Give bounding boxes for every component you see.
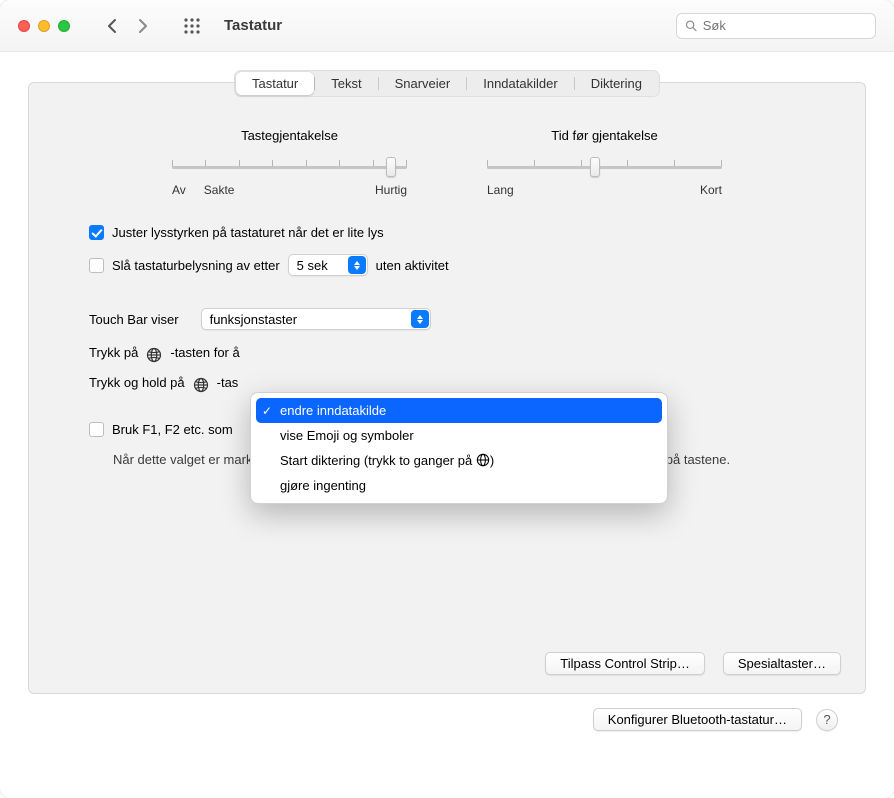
fn-hold-label-pre: Trykk og hold på [89, 375, 185, 390]
titlebar: Tastatur [0, 0, 894, 52]
tab-inndatakilder[interactable]: Inndatakilder [467, 72, 573, 95]
popup-arrows-icon [348, 256, 366, 274]
modifier-keys-button[interactable]: Spesialtaster… [723, 652, 841, 675]
bluetooth-keyboard-button[interactable]: Konfigurer Bluetooth-tastatur… [593, 708, 802, 731]
dropdown-item-label: endre inndatakilde [280, 403, 386, 418]
dropdown-item-label: gjøre ingenting [280, 478, 366, 493]
customize-control-strip-button[interactable]: Tilpass Control Strip… [545, 652, 705, 675]
close-button[interactable] [18, 20, 30, 32]
delay-label-long: Lang [487, 183, 514, 197]
fkeys-label: Bruk F1, F2 etc. som [112, 422, 233, 437]
sliders-row: Tastegjentakelse Av Sakte Hurtig Tid før… [29, 110, 865, 197]
key-repeat-knob[interactable] [386, 157, 396, 177]
apps-grid-icon [183, 17, 201, 35]
key-repeat-title: Tastegjentakelse [172, 128, 407, 143]
fn-press-label-pre: Trykk på [89, 345, 138, 360]
key-repeat-label-slow: Sakte [186, 183, 375, 197]
dropdown-item[interactable]: ✓ endre inndatakilde [256, 398, 662, 423]
key-repeat-track[interactable] [172, 157, 407, 177]
popup-arrows-icon [411, 310, 429, 328]
show-all-button[interactable] [178, 13, 206, 39]
chevron-left-icon [107, 18, 118, 34]
fn-press-dropdown: ✓ endre inndatakilde vise Emoji og symbole… [250, 392, 668, 504]
search-input[interactable] [703, 18, 867, 33]
dropdown-item[interactable]: gjøre ingenting [256, 473, 662, 498]
touchbar-popup[interactable]: funksjonstaster [201, 308, 431, 330]
main-panel: TastaturTekstSnarveierInndatakilderDikte… [28, 82, 866, 694]
chevron-right-icon [137, 18, 148, 34]
backlight-off-label-post: uten aktivitet [376, 258, 449, 273]
delay-title: Tid før gjentakelse [487, 128, 722, 143]
tab-tastatur[interactable]: Tastatur [236, 72, 314, 95]
dropdown-item-label: vise Emoji og symboler [280, 428, 414, 443]
backlight-off-row: Slå tastaturbelysning av etter 5 sek ute… [89, 254, 805, 276]
backlight-off-label-pre: Slå tastaturbelysning av etter [112, 258, 280, 273]
tab-bar: TastaturTekstSnarveierInndatakilderDikte… [29, 70, 865, 97]
tab-tekst[interactable]: Tekst [315, 72, 377, 95]
panel-buttons: Tilpass Control Strip… Spesialtaster… [545, 652, 841, 675]
backlight-off-checkbox[interactable] [89, 258, 104, 273]
touchbar-value: funksjonstaster [210, 312, 323, 327]
footer: Konfigurer Bluetooth-tastatur… ? [28, 694, 866, 731]
fkeys-checkbox[interactable] [89, 422, 104, 437]
dropdown-item-label: Start diktering (trykk to ganger på ) [280, 453, 494, 468]
dropdown-item[interactable]: Start diktering (trykk to ganger på ) [256, 448, 662, 473]
minimize-button[interactable] [38, 20, 50, 32]
backlight-off-value: 5 sek [297, 258, 354, 273]
globe-icon [146, 347, 162, 363]
auto-brightness-checkbox[interactable] [89, 225, 104, 240]
touchbar-row: Touch Bar viser funksjonstaster [89, 308, 805, 330]
key-repeat-label-fast: Hurtig [375, 183, 407, 197]
tab-snarveier[interactable]: Snarveier [379, 72, 467, 95]
globe-icon [193, 377, 209, 393]
check-icon: ✓ [262, 404, 272, 418]
forward-button[interactable] [128, 13, 156, 39]
search-field[interactable] [676, 13, 876, 39]
auto-brightness-row: Juster lysstyrken på tastaturet når det … [89, 225, 805, 240]
search-icon [685, 19, 697, 32]
touchbar-label: Touch Bar viser [89, 312, 179, 327]
dropdown-item[interactable]: vise Emoji og symboler [256, 423, 662, 448]
key-repeat-label-off: Av [172, 183, 186, 197]
fn-hold-label-post: -tas [217, 375, 239, 390]
help-button[interactable]: ? [816, 709, 838, 731]
traffic-lights [18, 20, 70, 32]
content: TastaturTekstSnarveierInndatakilderDikte… [0, 52, 894, 731]
preferences-window: Tastatur TastaturTekstSnarveierInndataki… [0, 0, 894, 798]
backlight-off-popup[interactable]: 5 sek [288, 254, 368, 276]
delay-knob[interactable] [590, 157, 600, 177]
nav-buttons [98, 13, 156, 39]
key-repeat-slider: Tastegjentakelse Av Sakte Hurtig [172, 128, 407, 197]
delay-slider: Tid før gjentakelse Lang Kort [487, 128, 722, 197]
fn-press-row: Trykk på -tasten for å [89, 344, 805, 360]
delay-track[interactable] [487, 157, 722, 177]
delay-label-short: Kort [700, 183, 722, 197]
auto-brightness-label: Juster lysstyrken på tastaturet når det … [112, 225, 384, 240]
window-title: Tastatur [224, 17, 282, 34]
zoom-button[interactable] [58, 20, 70, 32]
back-button[interactable] [98, 13, 126, 39]
fn-press-label-post: -tasten for å [170, 345, 239, 360]
tab-diktering[interactable]: Diktering [575, 72, 658, 95]
fn-hold-row: Trykk og hold på -tas [89, 374, 805, 390]
